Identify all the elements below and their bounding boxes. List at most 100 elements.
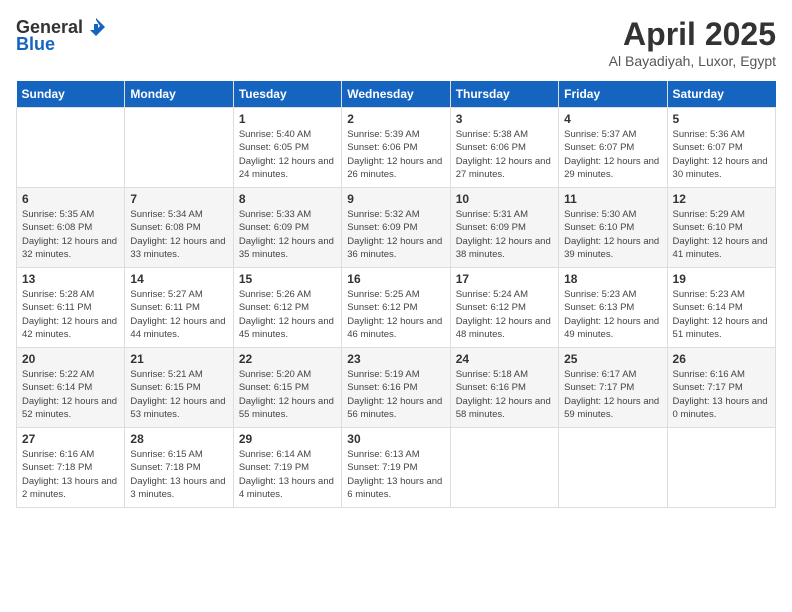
day-number: 28	[130, 432, 227, 446]
col-header-wednesday: Wednesday	[342, 81, 450, 108]
calendar-cell: 25 Sunrise: 6:17 AM Sunset: 7:17 PM Dayli…	[559, 348, 667, 428]
month-title: April 2025	[609, 16, 776, 53]
calendar-cell: 2Sunrise: 5:39 AM Sunset: 6:06 PM Daylig…	[342, 108, 450, 188]
day-info: Sunrise: 5:33 AM Sunset: 6:09 PM Dayligh…	[239, 208, 336, 261]
header-row: SundayMondayTuesdayWednesdayThursdayFrid…	[17, 81, 776, 108]
calendar-cell: 21 Sunrise: 5:21 AM Sunset: 6:15 PM Dayli…	[125, 348, 233, 428]
day-info: Sunrise: 5:23 AM Sunset: 6:13 PM Dayligh…	[564, 288, 661, 341]
day-info: Sunrise: 5:31 AM Sunset: 6:09 PM Dayligh…	[456, 208, 553, 261]
day-number: 26	[673, 352, 770, 366]
week-row-3: 13 Sunrise: 5:28 AM Sunset: 6:11 PM Dayli…	[17, 268, 776, 348]
week-row-5: 27 Sunrise: 6:16 AM Sunset: 7:18 PM Dayli…	[17, 428, 776, 508]
day-number: 4	[564, 112, 661, 126]
calendar-cell: 4 Sunrise: 5:37 AM Sunset: 6:07 PM Daylig…	[559, 108, 667, 188]
calendar-cell: 18 Sunrise: 5:23 AM Sunset: 6:13 PM Dayli…	[559, 268, 667, 348]
calendar-cell	[17, 108, 125, 188]
col-header-monday: Monday	[125, 81, 233, 108]
day-number: 16	[347, 272, 444, 286]
day-number: 25	[564, 352, 661, 366]
day-info: Sunrise: 5:21 AM Sunset: 6:15 PM Dayligh…	[130, 368, 227, 421]
day-info: Sunrise: 6:17 AM Sunset: 7:17 PM Dayligh…	[564, 368, 661, 421]
calendar-cell: 16 Sunrise: 5:25 AM Sunset: 6:12 PM Dayli…	[342, 268, 450, 348]
logo: General Blue	[16, 16, 107, 55]
day-info: Sunrise: 5:34 AM Sunset: 6:08 PM Dayligh…	[130, 208, 227, 261]
day-info: Sunrise: 5:23 AM Sunset: 6:14 PM Dayligh…	[673, 288, 770, 341]
day-info: Sunrise: 5:36 AM Sunset: 6:07 PM Dayligh…	[673, 128, 770, 181]
page-header: General Blue April 2025 Al Bayadiyah, Lu…	[16, 16, 776, 69]
calendar-cell: 20 Sunrise: 5:22 AM Sunset: 6:14 PM Dayli…	[17, 348, 125, 428]
day-info: Sunrise: 5:20 AM Sunset: 6:15 PM Dayligh…	[239, 368, 336, 421]
calendar-cell: 12 Sunrise: 5:29 AM Sunset: 6:10 PM Dayli…	[667, 188, 775, 268]
week-row-1: 1Sunrise: 5:40 AM Sunset: 6:05 PM Daylig…	[17, 108, 776, 188]
calendar-cell: 30 Sunrise: 6:13 AM Sunset: 7:19 PM Dayli…	[342, 428, 450, 508]
day-number: 2	[347, 112, 444, 126]
day-info: Sunrise: 5:35 AM Sunset: 6:08 PM Dayligh…	[22, 208, 119, 261]
day-number: 5	[673, 112, 770, 126]
week-row-2: 6 Sunrise: 5:35 AM Sunset: 6:08 PM Daylig…	[17, 188, 776, 268]
day-info: Sunrise: 5:38 AM Sunset: 6:06 PM Dayligh…	[456, 128, 553, 181]
col-header-tuesday: Tuesday	[233, 81, 341, 108]
day-info: Sunrise: 5:18 AM Sunset: 6:16 PM Dayligh…	[456, 368, 553, 421]
calendar-cell: 28 Sunrise: 6:15 AM Sunset: 7:18 PM Dayli…	[125, 428, 233, 508]
calendar-cell: 29Sunrise: 6:14 AM Sunset: 7:19 PM Dayli…	[233, 428, 341, 508]
calendar-cell: 1Sunrise: 5:40 AM Sunset: 6:05 PM Daylig…	[233, 108, 341, 188]
day-number: 17	[456, 272, 553, 286]
day-info: Sunrise: 6:13 AM Sunset: 7:19 PM Dayligh…	[347, 448, 444, 501]
day-number: 13	[22, 272, 119, 286]
day-info: Sunrise: 5:37 AM Sunset: 6:07 PM Dayligh…	[564, 128, 661, 181]
location-subtitle: Al Bayadiyah, Luxor, Egypt	[609, 53, 776, 69]
day-info: Sunrise: 5:40 AM Sunset: 6:05 PM Dayligh…	[239, 128, 336, 181]
day-info: Sunrise: 5:19 AM Sunset: 6:16 PM Dayligh…	[347, 368, 444, 421]
calendar-cell: 14 Sunrise: 5:27 AM Sunset: 6:11 PM Dayli…	[125, 268, 233, 348]
day-info: Sunrise: 6:15 AM Sunset: 7:18 PM Dayligh…	[130, 448, 227, 501]
calendar-cell: 23 Sunrise: 5:19 AM Sunset: 6:16 PM Dayli…	[342, 348, 450, 428]
logo-icon	[85, 16, 107, 38]
day-number: 14	[130, 272, 227, 286]
calendar-cell: 9Sunrise: 5:32 AM Sunset: 6:09 PM Daylig…	[342, 188, 450, 268]
day-info: Sunrise: 6:16 AM Sunset: 7:18 PM Dayligh…	[22, 448, 119, 501]
day-number: 24	[456, 352, 553, 366]
day-number: 23	[347, 352, 444, 366]
calendar-cell: 26Sunrise: 6:16 AM Sunset: 7:17 PM Dayli…	[667, 348, 775, 428]
day-info: Sunrise: 5:22 AM Sunset: 6:14 PM Dayligh…	[22, 368, 119, 421]
day-info: Sunrise: 5:26 AM Sunset: 6:12 PM Dayligh…	[239, 288, 336, 341]
col-header-thursday: Thursday	[450, 81, 558, 108]
calendar-cell: 11 Sunrise: 5:30 AM Sunset: 6:10 PM Dayli…	[559, 188, 667, 268]
calendar-cell	[667, 428, 775, 508]
day-info: Sunrise: 5:29 AM Sunset: 6:10 PM Dayligh…	[673, 208, 770, 261]
day-number: 11	[564, 192, 661, 206]
day-info: Sunrise: 5:28 AM Sunset: 6:11 PM Dayligh…	[22, 288, 119, 341]
calendar-cell: 8 Sunrise: 5:33 AM Sunset: 6:09 PM Daylig…	[233, 188, 341, 268]
day-number: 20	[22, 352, 119, 366]
calendar-cell: 27 Sunrise: 6:16 AM Sunset: 7:18 PM Dayli…	[17, 428, 125, 508]
day-number: 12	[673, 192, 770, 206]
col-header-friday: Friday	[559, 81, 667, 108]
day-number: 10	[456, 192, 553, 206]
calendar-cell: 6 Sunrise: 5:35 AM Sunset: 6:08 PM Daylig…	[17, 188, 125, 268]
day-number: 18	[564, 272, 661, 286]
calendar-cell: 19 Sunrise: 5:23 AM Sunset: 6:14 PM Dayli…	[667, 268, 775, 348]
day-number: 29	[239, 432, 336, 446]
calendar-cell: 13 Sunrise: 5:28 AM Sunset: 6:11 PM Dayli…	[17, 268, 125, 348]
calendar-cell: 7Sunrise: 5:34 AM Sunset: 6:08 PM Daylig…	[125, 188, 233, 268]
day-number: 21	[130, 352, 227, 366]
day-number: 19	[673, 272, 770, 286]
calendar-cell: 22 Sunrise: 5:20 AM Sunset: 6:15 PM Dayli…	[233, 348, 341, 428]
day-number: 8	[239, 192, 336, 206]
day-info: Sunrise: 5:27 AM Sunset: 6:11 PM Dayligh…	[130, 288, 227, 341]
calendar-cell: 24 Sunrise: 5:18 AM Sunset: 6:16 PM Dayli…	[450, 348, 558, 428]
calendar-cell: 10 Sunrise: 5:31 AM Sunset: 6:09 PM Dayli…	[450, 188, 558, 268]
calendar-cell: 17Sunrise: 5:24 AM Sunset: 6:12 PM Dayli…	[450, 268, 558, 348]
calendar-cell	[450, 428, 558, 508]
day-number: 22	[239, 352, 336, 366]
day-info: Sunrise: 5:30 AM Sunset: 6:10 PM Dayligh…	[564, 208, 661, 261]
calendar-cell: 3Sunrise: 5:38 AM Sunset: 6:06 PM Daylig…	[450, 108, 558, 188]
col-header-sunday: Sunday	[17, 81, 125, 108]
title-block: April 2025 Al Bayadiyah, Luxor, Egypt	[609, 16, 776, 69]
day-number: 30	[347, 432, 444, 446]
day-number: 27	[22, 432, 119, 446]
col-header-saturday: Saturday	[667, 81, 775, 108]
day-number: 6	[22, 192, 119, 206]
day-info: Sunrise: 5:25 AM Sunset: 6:12 PM Dayligh…	[347, 288, 444, 341]
calendar-table: SundayMondayTuesdayWednesdayThursdayFrid…	[16, 81, 776, 508]
